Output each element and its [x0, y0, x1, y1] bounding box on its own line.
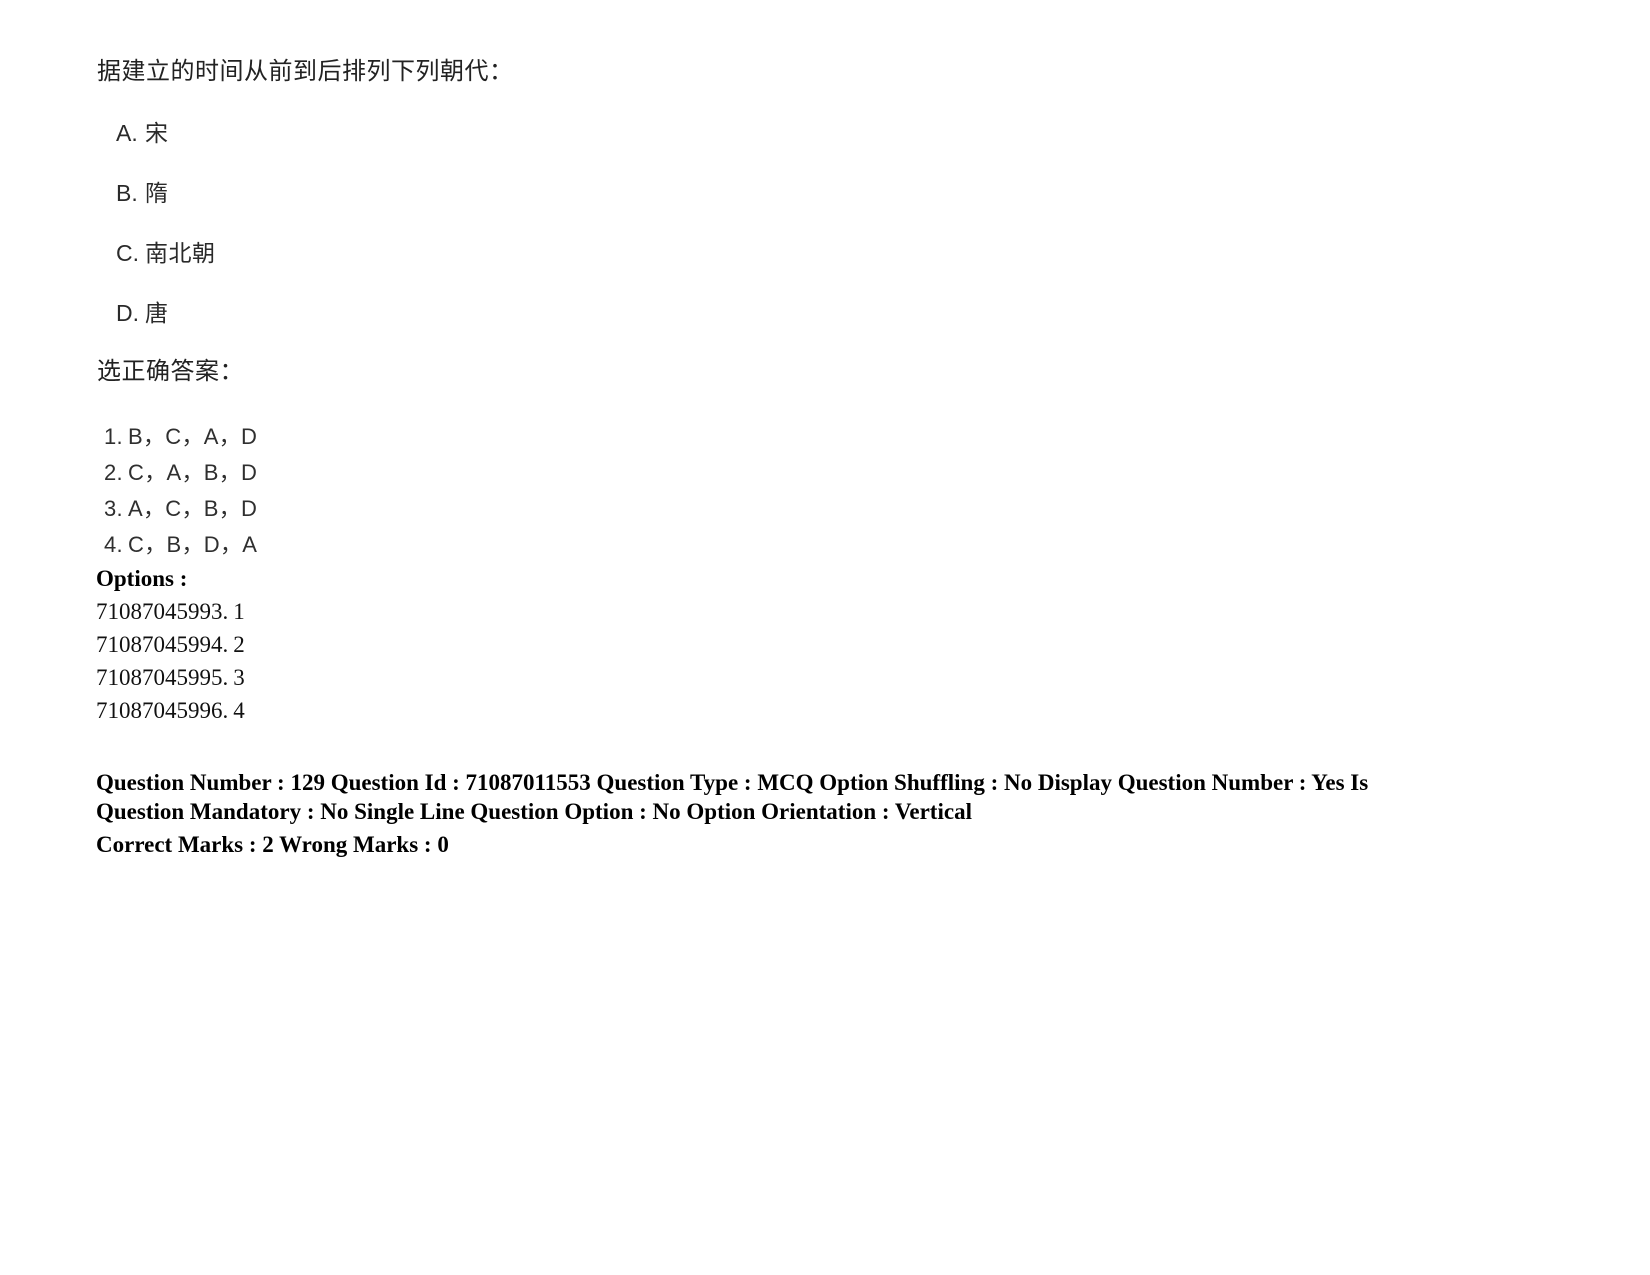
answer-prompt: 选正确答案：	[97, 358, 244, 385]
question-stem: 据建立的时间从前到后排列下列朝代：	[97, 58, 514, 85]
option-id-row-4: 71087045996. 4	[96, 694, 245, 727]
choice-letter-c: C.	[116, 240, 139, 266]
option-id-4: 71087045996.	[96, 698, 229, 723]
choice-letter-b: B.	[116, 180, 138, 206]
answer-option-3[interactable]: 3. A，C，B，D	[104, 491, 804, 527]
option-value-1: 1	[233, 599, 245, 624]
answer-option-4[interactable]: 4. C，B，D，A	[104, 527, 804, 563]
answer-option-list: 1. B，C，A，D 2. C，A，B，D 3. A，C，B，D 4. C，B，D，A	[104, 419, 804, 563]
answer-option-2[interactable]: 2. C，A，B，D	[104, 455, 804, 491]
choice-list: A. 宋 B. 隋 C. 南北朝 D. 唐	[116, 120, 1016, 360]
option-id-1: 71087045993.	[96, 599, 229, 624]
answer-option-number-1: 1.	[104, 424, 123, 449]
choice-letter-d: D.	[116, 300, 139, 326]
option-id-row-2: 71087045994. 2	[96, 628, 245, 661]
option-id-row-1: 71087045993. 1	[96, 595, 245, 628]
option-id-2: 71087045994.	[96, 632, 229, 657]
option-value-2: 2	[233, 632, 245, 657]
option-id-row-3: 71087045995. 3	[96, 661, 245, 694]
choice-text-d: 唐	[145, 300, 169, 326]
options-block: Options : 71087045993. 1 71087045994. 2 71…	[96, 562, 245, 727]
answer-option-number-2: 2.	[104, 460, 123, 485]
option-value-4: 4	[233, 698, 245, 723]
choice-text-b: 隋	[145, 180, 169, 206]
question-metadata: Question Number : 129 Question Id : 7108…	[96, 768, 1436, 859]
choice-text-c: 南北朝	[145, 240, 216, 266]
choice-item-c[interactable]: C. 南北朝	[116, 240, 1016, 300]
metadata-line-attributes: Question Number : 129 Question Id : 7108…	[96, 770, 1369, 824]
answer-option-sequence-1: B，C，A，D	[128, 424, 258, 449]
document-page: 据建立的时间从前到后排列下列朝代： A. 宋 B. 隋 C. 南北朝 D. 唐 …	[0, 0, 1650, 1275]
answer-option-sequence-4: C，B，D，A	[128, 532, 258, 557]
choice-letter-a: A.	[116, 120, 138, 146]
answer-option-number-3: 3.	[104, 496, 123, 521]
answer-option-sequence-2: C，A，B，D	[128, 460, 258, 485]
answer-option-sequence-3: A，C，B，D	[128, 496, 258, 521]
answer-option-number-4: 4.	[104, 532, 123, 557]
option-id-3: 71087045995.	[96, 665, 229, 690]
choice-item-d[interactable]: D. 唐	[116, 300, 1016, 360]
choice-item-b[interactable]: B. 隋	[116, 180, 1016, 240]
choice-text-a: 宋	[145, 120, 169, 146]
option-value-3: 3	[233, 665, 245, 690]
metadata-line-marks: Correct Marks : 2 Wrong Marks : 0	[96, 832, 449, 857]
answer-option-1[interactable]: 1. B，C，A，D	[104, 419, 804, 455]
options-label: Options :	[96, 566, 188, 591]
choice-item-a[interactable]: A. 宋	[116, 120, 1016, 180]
